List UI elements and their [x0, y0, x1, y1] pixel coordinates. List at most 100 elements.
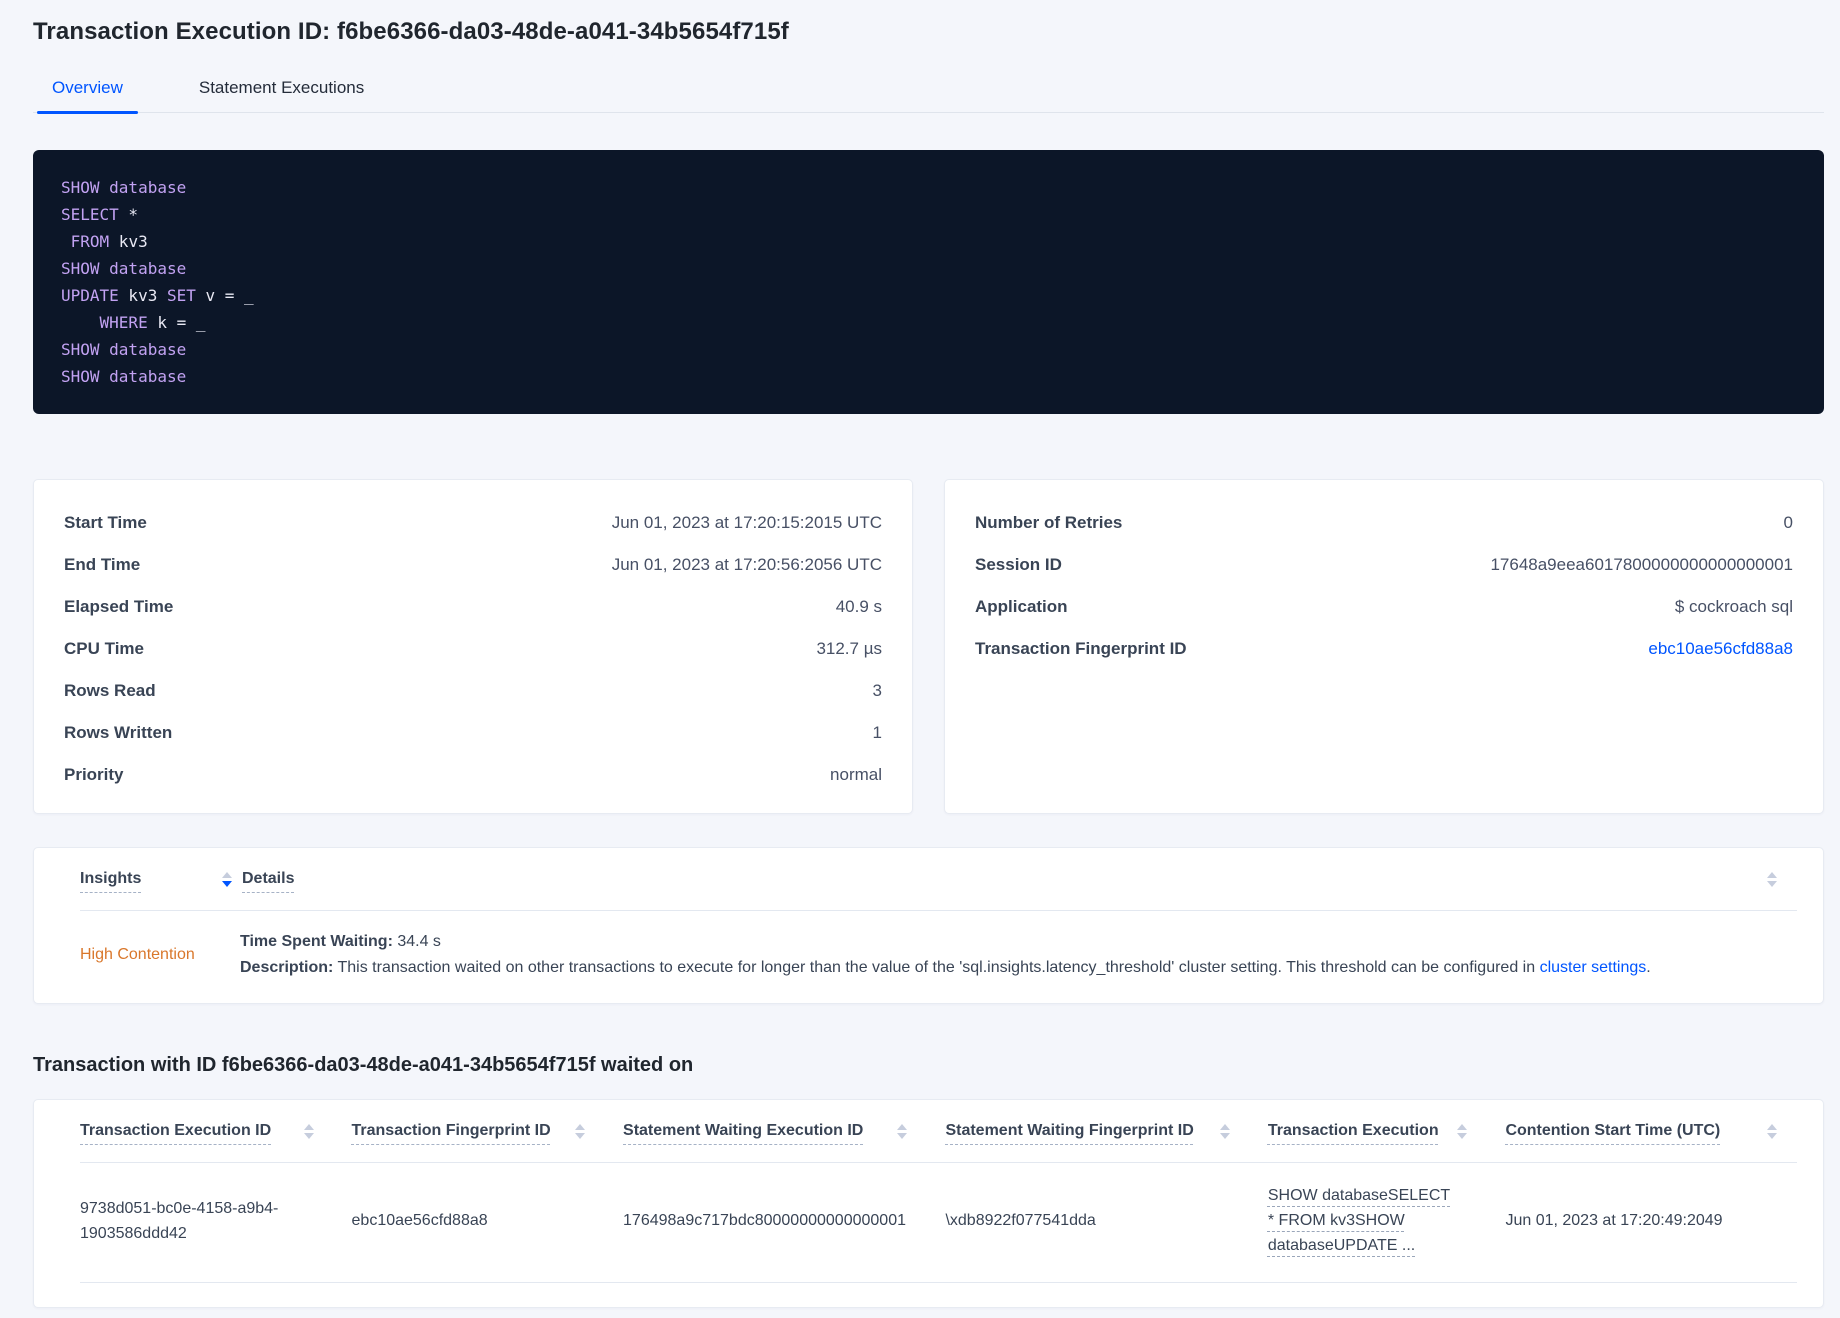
cell-statement-waiting-fingerprint-id: \xdb8922f077541dda	[945, 1212, 1096, 1229]
cell-transaction-execution: SHOW databaseSELECT * FROM kv3SHOW datab…	[1268, 1183, 1506, 1258]
sort-up-arrow	[222, 871, 232, 878]
stat-row-session-id: Session ID 17648a9eea6017800000000000000…	[975, 544, 1793, 586]
sort-icon[interactable]	[1766, 1123, 1777, 1139]
sql-keyword: WHERE	[61, 313, 148, 332]
tab-overview[interactable]: Overview	[37, 70, 138, 114]
details-header-label[interactable]: Details	[242, 870, 294, 887]
column-header-label[interactable]: Contention Start Time (UTC)	[1505, 1122, 1720, 1140]
divider	[80, 1282, 1797, 1283]
column-header-label[interactable]: Statement Waiting Fingerprint ID	[945, 1122, 1193, 1140]
stat-label: Elapsed Time	[64, 597, 174, 616]
sort-icon[interactable]	[1457, 1123, 1468, 1139]
sort-icon[interactable]	[1767, 871, 1777, 887]
sort-down-arrow	[303, 1132, 314, 1139]
stat-row-priority: Priority normal	[64, 754, 882, 796]
stat-label: Priority	[64, 765, 124, 784]
sort-up-arrow	[575, 1123, 586, 1130]
cell-statement-waiting-execution-id: 176498a9c717bdc80000000000000001	[623, 1212, 906, 1229]
sort-down-arrow	[1767, 880, 1777, 887]
sql-text: kv3	[118, 286, 167, 305]
stat-label: Application	[975, 597, 1068, 616]
insights-header-label[interactable]: Insights	[80, 870, 141, 888]
execution-stats-card: Start Time Jun 01, 2023 at 17:20:15:2015…	[33, 479, 913, 814]
stat-label: Start Time	[64, 513, 147, 532]
transaction-details-page: Transaction Execution ID: f6be6366-da03-…	[33, 0, 1824, 1308]
sql-keyword: SHOW database	[61, 340, 187, 359]
sql-keyword: SHOW database	[61, 259, 187, 278]
sort-icon[interactable]	[1219, 1123, 1230, 1139]
sort-down-arrow	[1219, 1132, 1230, 1139]
column-header-label[interactable]: Transaction Execution ID	[80, 1122, 271, 1140]
sort-desc-icon[interactable]	[222, 871, 232, 887]
stat-row-cpu-time: CPU Time 312.7 µs	[64, 628, 882, 670]
column-header-label[interactable]: Transaction Execution	[1268, 1122, 1439, 1140]
sql-text: k = _	[147, 313, 206, 332]
sql-line: SHOW database	[61, 363, 1796, 390]
insights-table-header: Insights Details	[34, 848, 1823, 910]
stat-value: $ cockroach sql	[1674, 597, 1793, 616]
sort-up-arrow	[1457, 1123, 1468, 1130]
cell-value: 9738d051-bc0e-4158-a9b4-1903586ddd42	[80, 1199, 279, 1242]
sql-line: SELECT *	[61, 201, 1796, 228]
column-header-contention-start-time[interactable]: Contention Start Time (UTC)	[1505, 1122, 1777, 1140]
active-tab-underline	[37, 111, 138, 114]
transaction-execution-link[interactable]: SHOW databaseSELECT * FROM kv3SHOW datab…	[1268, 1187, 1450, 1254]
stat-row-elapsed-time: Elapsed Time 40.9 s	[64, 586, 882, 628]
stat-row-transaction-fingerprint: Transaction Fingerprint ID ebc10ae56cfd8…	[975, 628, 1793, 670]
sql-line: FROM kv3	[61, 228, 1796, 255]
stat-value: 17648a9eea6017800000000000000001	[1490, 555, 1793, 574]
stat-label: Rows Written	[64, 723, 173, 742]
sql-text: kv3	[109, 232, 148, 251]
sql-keyword: SHOW database	[61, 367, 187, 386]
sort-icon[interactable]	[303, 1123, 314, 1139]
cluster-settings-link[interactable]: cluster settings	[1540, 959, 1647, 976]
column-header-label[interactable]: Transaction Fingerprint ID	[352, 1122, 551, 1140]
stat-value: 40.9 s	[835, 597, 882, 616]
tab-bar: Overview Statement Executions	[33, 70, 1824, 114]
stat-row-rows-written: Rows Written 1	[64, 712, 882, 754]
column-header-transaction-execution[interactable]: Transaction Execution	[1268, 1122, 1506, 1140]
transaction-fingerprint-link[interactable]: ebc10ae56cfd88a8	[1648, 639, 1793, 659]
stat-label: Number of Retries	[975, 513, 1123, 532]
stat-value: 312.7 µs	[816, 639, 882, 658]
sql-line: SHOW database	[61, 174, 1796, 201]
sort-up-arrow	[1767, 871, 1777, 878]
sort-down-arrow-active	[222, 880, 232, 887]
insights-table-card: Insights Details High Contention Time Sp…	[33, 847, 1824, 1004]
sort-icon[interactable]	[897, 1123, 908, 1139]
sql-line: UPDATE kv3 SET v = _	[61, 282, 1796, 309]
insight-details: Time Spent Waiting: 34.4 s Description: …	[240, 929, 1777, 981]
description-suffix: .	[1646, 959, 1651, 976]
insight-row: High Contention Time Spent Waiting: 34.4…	[34, 911, 1823, 1003]
stat-row-rows-read: Rows Read 3	[64, 670, 882, 712]
insight-waiting-line: Time Spent Waiting: 34.4 s	[240, 929, 1777, 955]
sql-line: SHOW database	[61, 255, 1796, 282]
waiting-label: Time Spent Waiting:	[240, 933, 393, 950]
column-header-statement-waiting-fingerprint-id[interactable]: Statement Waiting Fingerprint ID	[945, 1122, 1267, 1140]
stat-label: Transaction Fingerprint ID	[975, 639, 1187, 658]
sql-line: WHERE k = _	[61, 309, 1796, 336]
stat-row-retries: Number of Retries 0	[975, 502, 1793, 544]
stat-value: normal	[830, 765, 882, 784]
stat-value: 0	[1783, 513, 1793, 532]
sort-icon[interactable]	[575, 1123, 586, 1139]
stat-value: Jun 01, 2023 at 17:20:15:2015 UTC	[611, 513, 882, 532]
sql-keyword: UPDATE	[61, 286, 119, 305]
sql-line: SHOW database	[61, 336, 1796, 363]
details-column-header[interactable]: Details	[242, 870, 1767, 888]
column-header-transaction-fingerprint-id[interactable]: Transaction Fingerprint ID	[352, 1122, 624, 1140]
sql-statements-box: SHOW database SELECT * FROM kv3 SHOW dat…	[33, 150, 1824, 414]
cell-value: SHOW databaseSELECT * FROM kv3SHOW datab…	[1268, 1183, 1458, 1258]
waited-on-table-card: Transaction Execution ID Transaction Fin…	[33, 1099, 1824, 1308]
column-header-label[interactable]: Statement Waiting Execution ID	[623, 1122, 863, 1140]
tab-statement-executions[interactable]: Statement Executions	[184, 70, 379, 112]
insights-column-header[interactable]: Insights	[80, 870, 232, 888]
column-header-statement-waiting-execution-id[interactable]: Statement Waiting Execution ID	[623, 1122, 945, 1140]
stat-value: 1	[872, 723, 882, 742]
stat-label: Session ID	[975, 555, 1062, 574]
sort-up-arrow	[1766, 1123, 1777, 1130]
stat-row-application: Application $ cockroach sql	[975, 586, 1793, 628]
sort-down-arrow	[1457, 1132, 1468, 1139]
waited-table-row: 9738d051-bc0e-4158-a9b4-1903586ddd42 ebc…	[34, 1163, 1823, 1282]
column-header-transaction-execution-id[interactable]: Transaction Execution ID	[80, 1122, 352, 1140]
